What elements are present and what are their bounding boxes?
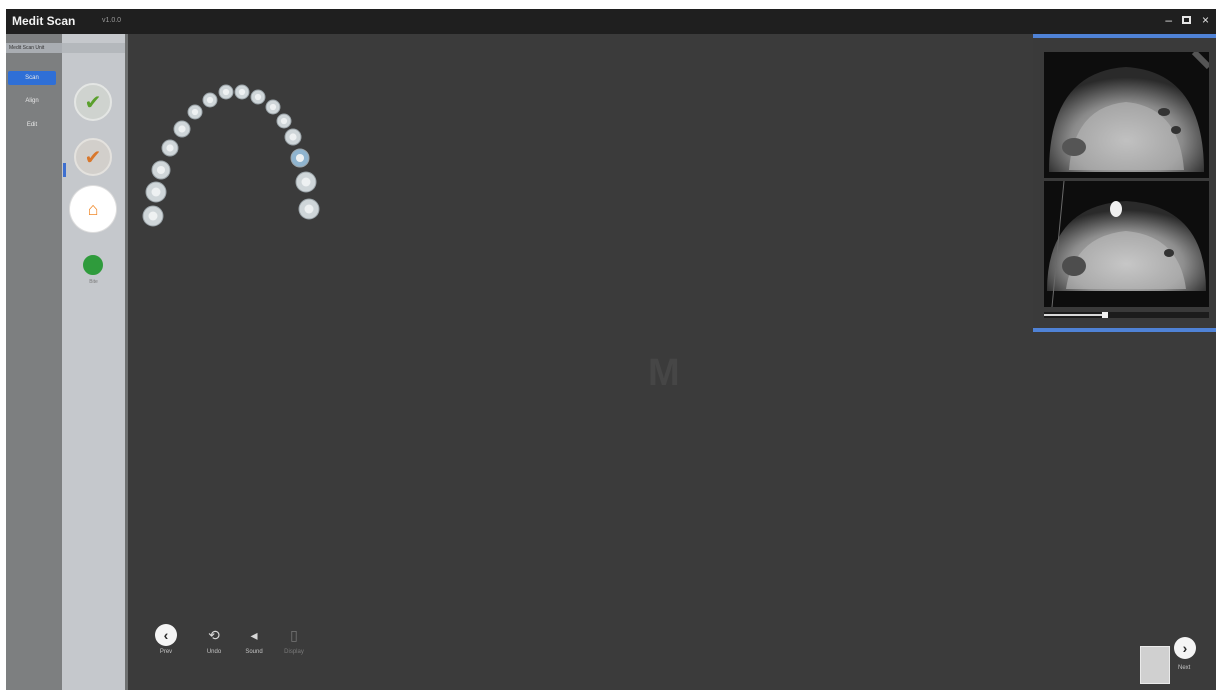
frame-slider-fill (1044, 314, 1106, 316)
tooth-crown (148, 211, 158, 221)
display-button[interactable]: ▯ Display (274, 624, 314, 655)
step-current[interactable]: ⌂ (70, 186, 116, 232)
minimize-button[interactable]: – (1165, 13, 1172, 27)
check-icon: ✔ (74, 83, 112, 121)
tooth-crown (222, 88, 230, 96)
step-column: ✔ ✔ ⌂ Bite (62, 34, 128, 690)
close-button[interactable]: × (1202, 13, 1209, 27)
undo-label: Undo (206, 649, 222, 655)
display-label: Display (284, 649, 304, 655)
frame-slider[interactable] (1044, 312, 1209, 318)
check-icon: ✔ (74, 138, 112, 176)
sound-button[interactable]: ◂ Sound (234, 624, 274, 655)
left-menu: Medit Scan Unit Scan Align Edit (6, 34, 122, 690)
tooth-crown (178, 125, 186, 133)
step-maxilla-done[interactable]: ✔ (70, 134, 116, 180)
menu-item-align[interactable]: Align (8, 94, 56, 108)
menu-item-edit[interactable]: Edit (8, 118, 56, 132)
dot-icon (80, 252, 106, 278)
scan-preview-panel (1033, 34, 1216, 332)
tooth-crown (254, 93, 262, 101)
speaker-icon: ◂ (250, 627, 258, 643)
step-column-header (62, 43, 125, 53)
home-icon: ⌂ (78, 194, 108, 224)
tooth-crown (166, 144, 174, 152)
tooth-chart[interactable] (128, 34, 358, 234)
tooth-crown (151, 187, 161, 197)
tooth-crown (280, 117, 288, 125)
history-icon: ⟲ (208, 627, 220, 643)
step-pre-op[interactable]: ✔ (70, 79, 116, 125)
next-label: Next (1178, 665, 1191, 671)
app-version: v1.0.0 (102, 17, 122, 24)
tooth-crown (304, 204, 314, 214)
frame-slider-knob[interactable] (1102, 312, 1108, 318)
title-bar: Medit Scan v1.0.0 – × (6, 9, 1216, 34)
tooth-crown (295, 153, 305, 163)
current-step-marker (63, 163, 66, 177)
prev-label: Prev (159, 649, 173, 655)
tooth-crown (156, 165, 166, 175)
tooth-crown (301, 177, 311, 187)
display-icon: ▯ (290, 627, 298, 643)
tooth-crown (289, 133, 297, 141)
app-title: Medit Scan (12, 14, 76, 28)
sound-label: Sound (245, 649, 263, 655)
maximize-button[interactable] (1182, 16, 1191, 24)
next-button[interactable]: › (1174, 637, 1196, 659)
mini-thumbnail[interactable] (1140, 646, 1170, 684)
chevron-left-icon: ‹ (155, 624, 177, 646)
menu-item-scan[interactable]: Scan (8, 71, 56, 85)
tooth-crown (191, 108, 199, 116)
scan-preview-bottom (1044, 181, 1209, 307)
undo-button[interactable]: ⟲ Undo (194, 624, 234, 655)
app-window: Medit Scan v1.0.0 – × Medit Scan Unit Sc… (6, 9, 1216, 690)
tooth-crown (238, 88, 246, 96)
step-bite-label: Bite (89, 279, 98, 285)
tooth-crown (269, 103, 277, 111)
tooth-crown (206, 96, 214, 104)
scan-preview-top (1044, 52, 1209, 178)
logo-watermark: M (648, 352, 680, 394)
prev-button[interactable]: ‹ Prev (146, 624, 186, 655)
